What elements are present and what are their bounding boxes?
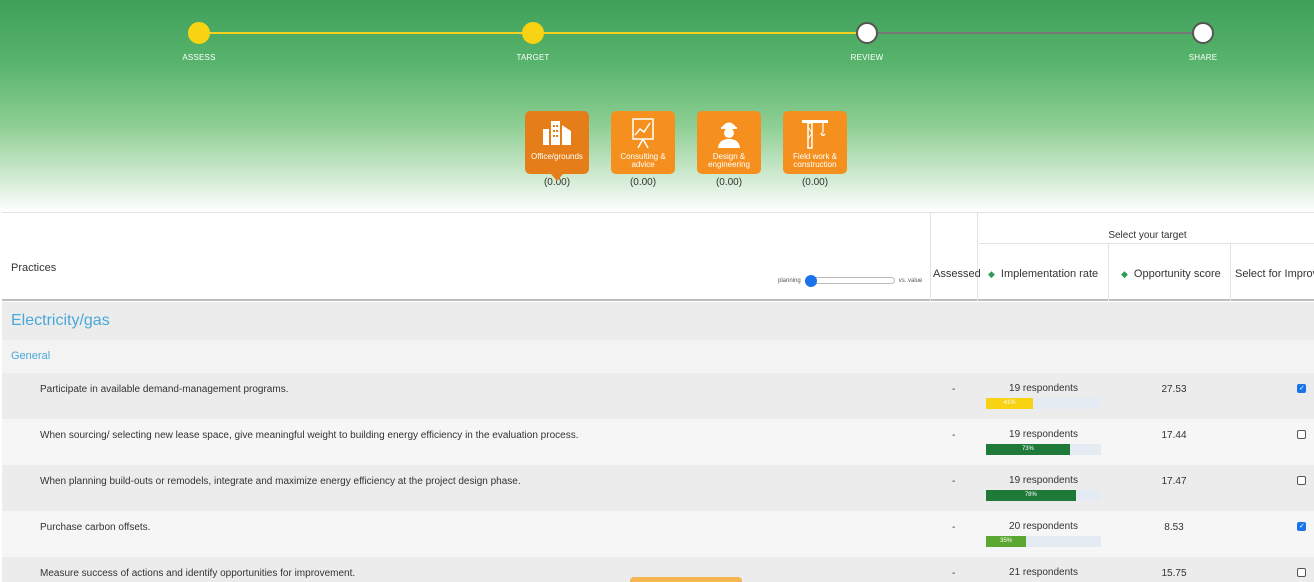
- table-row: Purchase carbon offsets. - 20 respondents 3…: [2, 511, 1314, 557]
- category-design-engineering[interactable]: Design & engineering (0.00): [697, 111, 761, 188]
- column-divider: [977, 213, 978, 301]
- category-score: (0.00): [801, 177, 829, 188]
- slider-knob[interactable]: [804, 275, 817, 287]
- presentation-chart-icon: [632, 118, 654, 149]
- respondents-count: 19 respondents: [1009, 383, 1078, 394]
- table-row: Participate in available demand-manageme…: [2, 373, 1314, 419]
- step-dot: [522, 22, 544, 44]
- sort-icon[interactable]: ◆: [988, 269, 995, 279]
- opportunity-score: 8.53: [1164, 522, 1184, 533]
- planning-value-slider[interactable]: planning vs. value: [778, 275, 923, 287]
- table-row: When planning build-outs or remodels, in…: [2, 465, 1314, 511]
- implementation-rate-header[interactable]: ◆ Implementation rate: [988, 268, 1098, 280]
- assessed-value: -: [952, 522, 956, 533]
- step-assess[interactable]: ASSESS: [139, 0, 259, 62]
- assessed-value: -: [952, 476, 956, 487]
- implementation-rate-label: Implementation rate: [1000, 268, 1099, 280]
- select-target-header: Select your target: [979, 213, 1314, 244]
- select-checkbox[interactable]: [1297, 522, 1306, 531]
- implementation-bar: 73%: [986, 444, 1101, 455]
- progress-header: ASSESS TARGET REVIEW SHARE Office/ground…: [0, 0, 1314, 212]
- category-label: Field work & construction: [792, 152, 837, 169]
- select-checkbox[interactable]: [1297, 476, 1306, 485]
- step-review[interactable]: REVIEW: [807, 0, 927, 62]
- practice-text: When sourcing/ selecting new lease space…: [40, 430, 579, 441]
- engineer-icon: [718, 122, 740, 148]
- practice-text: Purchase carbon offsets.: [40, 522, 151, 533]
- step-label: REVIEW: [850, 53, 884, 62]
- table-header: Practices planning vs. value Select your…: [2, 212, 1314, 301]
- slider-right-label: vs. value: [898, 277, 923, 284]
- step-dot: [188, 22, 210, 44]
- category-label: Consulting & advice: [620, 152, 666, 169]
- assessed-value: -: [952, 568, 956, 579]
- step-share[interactable]: SHARE: [1143, 0, 1263, 62]
- column-divider: [1108, 244, 1109, 301]
- opportunity-score-label: Opportunity score: [1133, 268, 1221, 280]
- implementation-bar-fill: 78%: [986, 490, 1076, 501]
- implementation-bar: 35%: [986, 536, 1101, 547]
- slider-left-label: planning: [778, 277, 801, 284]
- category-label: Design & engineering: [708, 152, 750, 169]
- step-dot: [856, 22, 878, 44]
- step-dot: [1192, 22, 1214, 44]
- table-row: When sourcing/ selecting new lease space…: [2, 419, 1314, 465]
- practice-text: Measure success of actions and identify …: [40, 568, 356, 579]
- category-tile[interactable]: Office/grounds: [525, 111, 589, 181]
- assessed-value: -: [952, 430, 956, 441]
- implementation-bar: 41%: [986, 398, 1101, 409]
- select-for-improvement-header: Select for Improv: [1235, 268, 1314, 280]
- slider-track[interactable]: [804, 275, 895, 287]
- implementation-bar-fill: 73%: [986, 444, 1070, 455]
- opportunity-score: 27.53: [1161, 384, 1187, 395]
- implementation-bar-fill: 41%: [986, 398, 1034, 409]
- step-label: ASSESS: [182, 53, 216, 62]
- implementation-bar-fill: 35%: [986, 536, 1027, 547]
- step-label: TARGET: [516, 53, 550, 62]
- respondents-count: 20 respondents: [1009, 521, 1078, 532]
- category-tile[interactable]: Design & engineering: [697, 111, 761, 174]
- respondents-count: 19 respondents: [1009, 475, 1078, 486]
- sort-icon[interactable]: ◆: [1121, 269, 1128, 279]
- category-field-work[interactable]: Field work & construction (0.00): [783, 111, 847, 188]
- opportunity-score-header[interactable]: ◆ Opportunity score: [1121, 268, 1221, 280]
- respondents-count: 19 respondents: [1009, 429, 1078, 440]
- opportunity-score: 17.47: [1161, 476, 1187, 487]
- category-score: (0.00): [629, 177, 657, 188]
- practice-text: When planning build-outs or remodels, in…: [40, 476, 521, 487]
- category-label: Office/grounds: [531, 152, 583, 161]
- category-tile[interactable]: Consulting & advice: [611, 111, 675, 174]
- step-label: SHARE: [1188, 53, 1218, 62]
- group-header[interactable]: Electricity/gas: [2, 302, 1314, 340]
- assessed-value: -: [952, 384, 956, 395]
- crane-icon: [802, 120, 828, 149]
- category-score: (0.00): [715, 177, 743, 188]
- opportunity-score: 15.75: [1161, 568, 1187, 579]
- assessed-header: Assessed: [933, 268, 981, 280]
- respondents-count: 21 respondents: [1009, 567, 1078, 578]
- practices-header: Practices: [11, 262, 57, 274]
- implementation-bar: 78%: [986, 490, 1101, 501]
- opportunity-score: 17.44: [1161, 430, 1187, 441]
- category-tabs: Office/grounds (0.00) Consulting & advic…: [525, 111, 847, 188]
- category-office-grounds[interactable]: Office/grounds (0.00): [525, 111, 589, 188]
- practice-text: Participate in available demand-manageme…: [40, 384, 289, 395]
- office-building-icon: [543, 121, 571, 145]
- step-target[interactable]: TARGET: [473, 0, 593, 62]
- category-consulting-advice[interactable]: Consulting & advice (0.00): [611, 111, 675, 188]
- select-checkbox[interactable]: [1297, 568, 1306, 577]
- subgroup-header[interactable]: General: [2, 340, 1314, 373]
- select-checkbox[interactable]: [1297, 430, 1306, 439]
- category-tile[interactable]: Field work & construction: [783, 111, 847, 174]
- floating-action-button[interactable]: [630, 577, 742, 582]
- column-divider: [930, 213, 931, 301]
- column-divider: [1230, 244, 1231, 301]
- select-checkbox[interactable]: [1297, 384, 1306, 393]
